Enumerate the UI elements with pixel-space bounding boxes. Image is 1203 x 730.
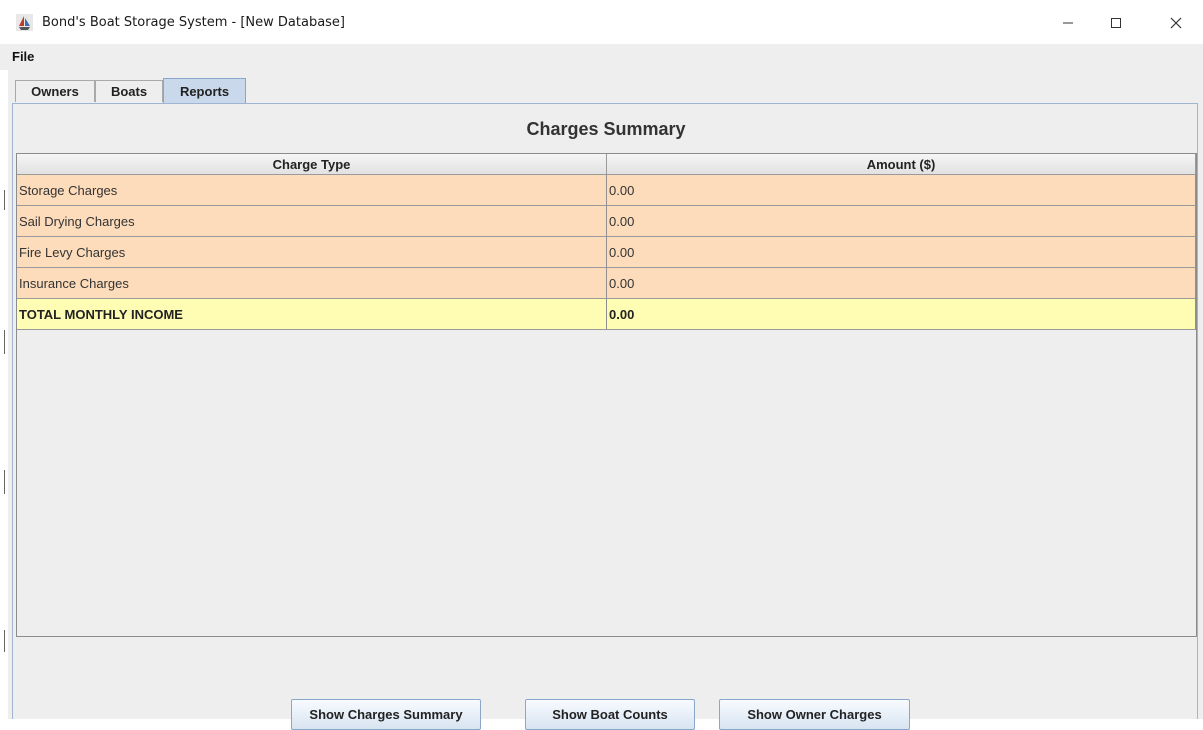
- total-amount[interactable]: 0.00: [607, 299, 1196, 330]
- reports-panel: Charges Summary Charge Type Amount ($) S…: [12, 103, 1198, 730]
- cell-charge-type[interactable]: Sail Drying Charges: [17, 206, 607, 237]
- title-bar[interactable]: Bond's Boat Storage System - [New Databa…: [0, 0, 1203, 44]
- table-row[interactable]: Fire Levy Charges 0.00: [17, 237, 1196, 268]
- cell-charge-type[interactable]: Insurance Charges: [17, 268, 607, 299]
- menu-file[interactable]: File: [12, 49, 34, 64]
- cell-amount[interactable]: 0.00: [607, 237, 1196, 268]
- column-header-charge-type[interactable]: Charge Type: [17, 154, 607, 175]
- maximize-button[interactable]: [1096, 8, 1136, 38]
- boat-storage-app-icon: [16, 14, 33, 31]
- menu-bar: File: [0, 44, 1203, 70]
- window-title: Bond's Boat Storage System - [New Databa…: [42, 15, 345, 30]
- main-content: Owners Boats Reports Charges Summary Cha…: [8, 70, 1203, 730]
- tab-reports[interactable]: Reports: [163, 78, 246, 104]
- tab-owners[interactable]: Owners: [15, 80, 95, 102]
- charges-table[interactable]: Charge Type Amount ($) Storage Charges 0…: [16, 153, 1197, 637]
- cell-amount[interactable]: 0.00: [607, 206, 1196, 237]
- cell-amount[interactable]: 0.00: [607, 175, 1196, 206]
- close-button[interactable]: [1156, 8, 1196, 38]
- cell-charge-type[interactable]: Storage Charges: [17, 175, 607, 206]
- cell-amount[interactable]: 0.00: [607, 268, 1196, 299]
- show-charges-summary-button[interactable]: Show Charges Summary: [291, 699, 481, 730]
- report-title: Charges Summary: [526, 119, 686, 139]
- tab-boats[interactable]: Boats: [95, 80, 163, 102]
- table-row[interactable]: Sail Drying Charges 0.00: [17, 206, 1196, 237]
- column-header-amount[interactable]: Amount ($): [607, 154, 1196, 175]
- tab-strip: Owners Boats Reports: [8, 78, 1203, 104]
- maximize-icon: [1111, 18, 1121, 28]
- table-row[interactable]: Insurance Charges 0.00: [17, 268, 1196, 299]
- show-boat-counts-button[interactable]: Show Boat Counts: [525, 699, 695, 730]
- table-header: Charge Type Amount ($): [17, 154, 1196, 175]
- table-row[interactable]: Storage Charges 0.00: [17, 175, 1196, 206]
- total-row[interactable]: TOTAL MONTHLY INCOME 0.00: [17, 299, 1196, 330]
- total-label[interactable]: TOTAL MONTHLY INCOME: [17, 299, 607, 330]
- close-icon: [1170, 17, 1182, 29]
- cell-charge-type[interactable]: Fire Levy Charges: [17, 237, 607, 268]
- minimize-icon: [1063, 22, 1073, 24]
- minimize-button[interactable]: [1048, 8, 1088, 38]
- show-owner-charges-button[interactable]: Show Owner Charges: [719, 699, 910, 730]
- window-left-edge: [0, 70, 8, 719]
